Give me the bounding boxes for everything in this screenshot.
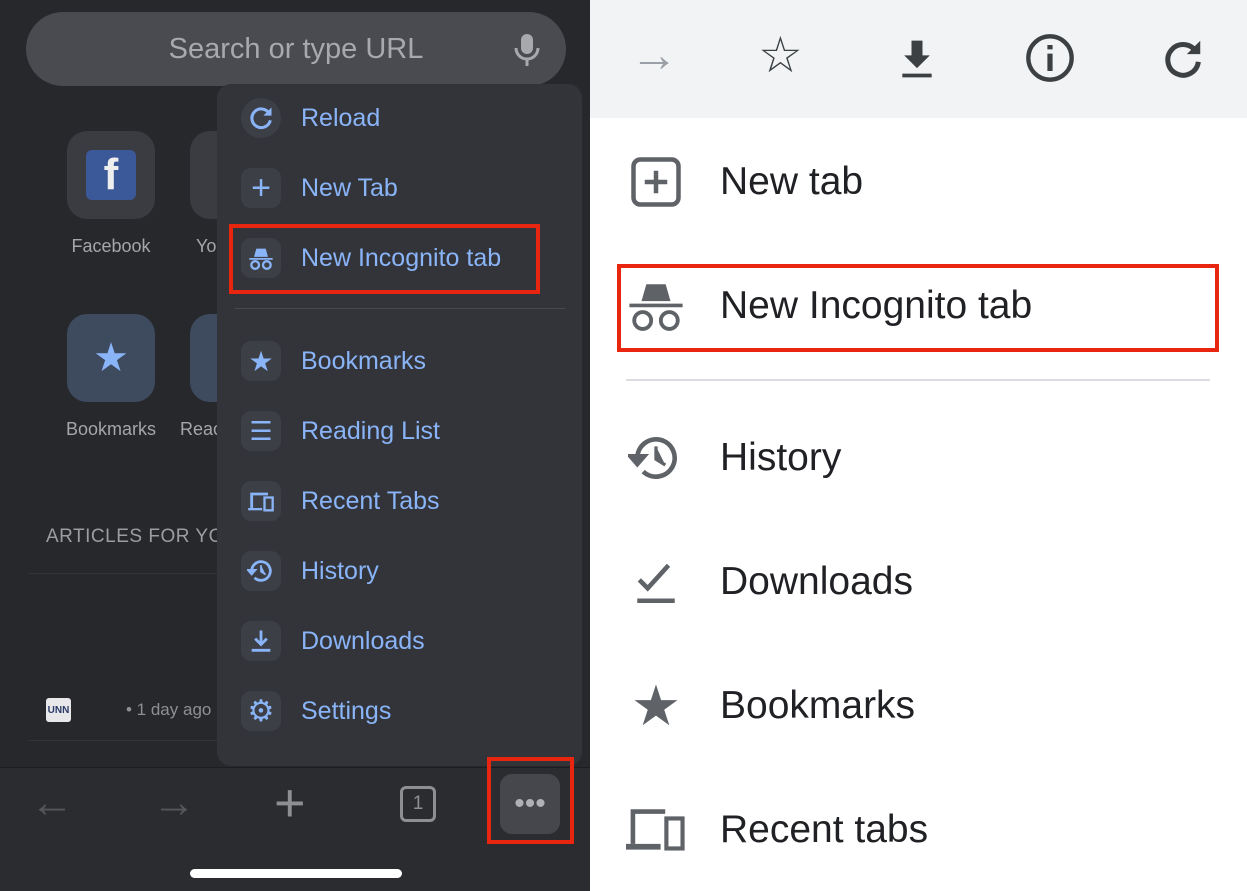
highlight-box xyxy=(617,264,1219,352)
android-chrome-panel: → ☆ New tab New Incognito tab History Do… xyxy=(590,0,1247,891)
download-icon xyxy=(251,630,271,652)
menu-item-downloads[interactable]: Downloads xyxy=(241,611,425,671)
menu-item-bookmarks[interactable]: ★ Bookmarks xyxy=(626,671,915,741)
history-icon xyxy=(628,437,677,479)
divider xyxy=(28,740,228,741)
star-icon: ★ xyxy=(630,674,682,737)
shortcut-label: Yo xyxy=(196,236,217,256)
highlight-box xyxy=(487,757,574,844)
shortcut-facebook[interactable]: f xyxy=(67,131,155,219)
star-icon: ★ xyxy=(93,336,129,380)
reload-icon xyxy=(250,107,272,130)
info-icon[interactable] xyxy=(1024,32,1076,84)
ios-chrome-panel: Search or type URL f Facebook Yo ★ Bookm… xyxy=(0,0,590,891)
shortcut-bookmarks[interactable]: ★ xyxy=(67,314,155,402)
search-input[interactable]: Search or type URL xyxy=(26,12,566,86)
star-icon: ★ xyxy=(248,345,274,377)
menu-item-history[interactable]: History xyxy=(626,423,841,493)
facebook-icon: f xyxy=(86,150,136,200)
forward-icon[interactable]: → xyxy=(152,778,196,828)
new-tab-icon xyxy=(631,157,681,207)
home-indicator xyxy=(190,869,402,878)
forward-icon[interactable]: → xyxy=(630,28,678,83)
downloads-icon xyxy=(637,563,675,604)
divider xyxy=(28,573,228,574)
articles-header: ARTICLES FOR YO xyxy=(46,526,224,547)
reload-icon[interactable] xyxy=(1160,35,1206,81)
menu-item-history[interactable]: History xyxy=(241,541,379,601)
article-time: • 1 day ago xyxy=(126,700,212,719)
menu-item-settings[interactable]: ⚙ Settings xyxy=(241,681,391,741)
source-logo: UNN xyxy=(46,698,71,722)
menu-item-recent-tabs[interactable]: Recent tabs xyxy=(626,795,928,865)
menu-item-bookmarks[interactable]: ★ Bookmarks xyxy=(241,331,426,391)
gear-icon: ⚙ xyxy=(247,694,275,728)
menu-item-reading-list[interactable]: ☰ Reading List xyxy=(241,401,440,461)
highlight-box xyxy=(229,224,540,294)
overflow-menu: Reload + New Tab New Incognito tab ★ Bookm… xyxy=(217,84,582,766)
search-placeholder: Search or type URL xyxy=(168,32,424,65)
shortcut-label: Facebook xyxy=(71,236,151,256)
shortcut-label: Reac xyxy=(180,419,223,439)
download-icon[interactable] xyxy=(895,37,939,81)
back-icon[interactable]: ← xyxy=(30,778,74,828)
new-tab-icon[interactable]: + xyxy=(274,772,306,834)
star-icon[interactable]: ☆ xyxy=(758,26,803,84)
plus-icon: + xyxy=(251,168,271,207)
menu-divider xyxy=(235,308,565,309)
microphone-icon[interactable] xyxy=(512,32,542,68)
tab-switcher-button[interactable]: 1 xyxy=(400,786,436,822)
menu-toolbar: → ☆ xyxy=(590,0,1247,118)
history-icon xyxy=(247,560,272,582)
menu-item-new-tab[interactable]: New tab xyxy=(626,147,863,217)
list-icon: ☰ xyxy=(249,415,273,446)
shortcut-label: Bookmarks xyxy=(65,419,157,439)
devices-icon xyxy=(248,492,274,512)
menu-item-recent-tabs[interactable]: Recent Tabs xyxy=(241,471,440,531)
menu-item-reload[interactable]: Reload xyxy=(241,88,380,148)
menu-item-new-tab[interactable]: + New Tab xyxy=(241,158,398,218)
menu-divider xyxy=(626,379,1210,381)
devices-icon xyxy=(626,809,685,851)
menu-item-downloads[interactable]: Downloads xyxy=(626,547,913,617)
